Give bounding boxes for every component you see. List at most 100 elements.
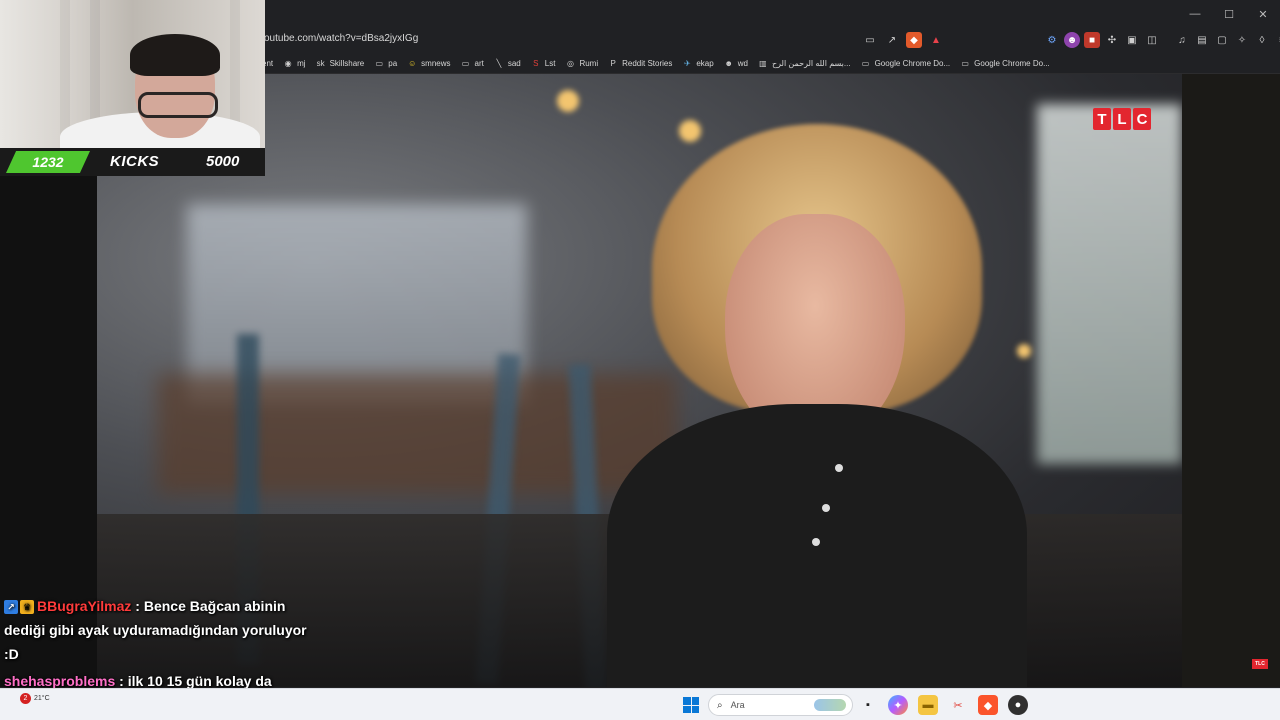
channel-logo-letter: C <box>1133 108 1151 130</box>
chat-message: ↗ ♛ BBugraYilmaz : Bence Bağcan abinin d… <box>4 594 314 666</box>
folder-icon: ▭ <box>961 58 969 68</box>
cast-icon[interactable]: ▭ <box>862 32 878 48</box>
bookmark-item[interactable]: ╲ sad <box>494 56 521 70</box>
wallet-icon[interactable]: ▢ <box>1214 32 1230 48</box>
bookmark-item[interactable]: ☺ smnews <box>407 56 450 70</box>
bookmark-item[interactable]: sk Skillshare <box>316 56 365 70</box>
extension-box-icon[interactable]: ▣ <box>1124 32 1140 48</box>
right-dark-panel: TLC <box>1182 74 1280 687</box>
channel-logo: T L C <box>1093 108 1151 130</box>
maximize-button[interactable]: ☐ <box>1212 0 1246 28</box>
search-icon: ⌕ <box>717 699 723 711</box>
bookmark-item[interactable]: S Lst <box>531 56 556 70</box>
vpn-icon[interactable]: ◊ <box>1254 32 1270 48</box>
kicks-count: 1232 <box>6 151 90 173</box>
bookmark-label: wd <box>737 58 748 68</box>
chat-badges: ↗ ♛ <box>4 600 34 615</box>
bookmark-label: Rumi <box>579 58 599 68</box>
bookmark-item[interactable]: ▭ art <box>461 56 484 70</box>
taskbar-search[interactable]: ⌕ Ara <box>708 694 853 716</box>
chat-message-text: dediği gibi ayak uyduramadığından yorulu… <box>4 622 307 662</box>
search-highlight-image <box>814 699 846 711</box>
bookmark-label: sad <box>507 58 521 68</box>
bookmark-item[interactable]: ☻ wd <box>724 56 748 70</box>
obs-icon[interactable]: ● <box>1008 695 1028 715</box>
chat-message-text: Bence Bağcan abinin <box>143 598 286 614</box>
bookmark-label: art <box>474 58 484 68</box>
music-icon[interactable]: ♫ <box>1174 32 1190 48</box>
bokeh-light <box>1017 344 1031 358</box>
task-view-icon[interactable]: ▪ <box>858 695 878 715</box>
page-icon: ▥ <box>759 58 767 68</box>
close-button[interactable]: ✕ <box>1246 0 1280 28</box>
bookmark-item[interactable]: ▭ Google Chrome Do... <box>960 56 1050 70</box>
screenshot-icon[interactable]: ◫ <box>1144 32 1160 48</box>
ceiling-light <box>679 120 701 142</box>
brave-shield-icon[interactable]: ◆ <box>906 32 922 48</box>
streamer-glasses <box>138 92 218 118</box>
desktop: — ☐ ✕ outube.com/watch?v=dBsa2jyxIGg ▭ ↗… <box>0 0 1280 720</box>
bookmark-item[interactable]: ✈ ekap <box>682 56 714 70</box>
extension-red-icon[interactable]: ■ <box>1084 32 1100 48</box>
weather-temperature: 21°C <box>34 695 50 702</box>
bookmark-label: ekap <box>696 58 714 68</box>
taskbar-apps: ▪ ✦ ▬ ✂ ◆ ● <box>858 695 1028 715</box>
bookmark-label: Google Chrome Do... <box>874 58 951 68</box>
bookmarks-list: ent ◉ mj sk Skillshare ▭ pa ☺ smnews ▭ art ╲ sad S Lst… <box>262 56 1050 70</box>
s-logo-icon: S <box>533 58 539 68</box>
chat-message-text: ilk 10 15 gün kolay da <box>127 673 272 689</box>
share-icon[interactable]: ↗ <box>884 32 900 48</box>
ai-icon[interactable]: ✧ <box>1234 32 1250 48</box>
kicks-goal-bar: 1232 KICKS 5000 <box>0 148 265 176</box>
minimize-button[interactable]: — <box>1178 0 1212 28</box>
extension-purple-icon[interactable]: ☻ <box>1064 32 1080 48</box>
background-window-right <box>1037 104 1182 464</box>
weather-widget[interactable]: 2 21°C <box>20 693 50 704</box>
bookmark-label: pa <box>388 58 398 68</box>
brave-rewards-icon[interactable]: ▲ <box>928 32 944 48</box>
extension-robot-icon[interactable]: ⚙ <box>1044 32 1060 48</box>
copilot-icon[interactable]: ✦ <box>888 695 908 715</box>
brave-browser-icon[interactable]: ◆ <box>978 695 998 715</box>
webcam-overlay <box>0 0 265 148</box>
kicks-goal: 5000 <box>206 153 240 170</box>
background-table <box>157 374 677 494</box>
bookmark-label: Google Chrome Do... <box>974 58 1050 68</box>
address-bar-icons: ▭ ↗ ◆ ▲ <box>862 32 944 48</box>
notification-badge: 2 <box>20 693 31 704</box>
face-icon: ☻ <box>724 58 733 68</box>
crown-badge-icon: ♛ <box>20 600 34 615</box>
channel-logo-letter: T <box>1093 108 1111 130</box>
corner-logo: TLC <box>1252 659 1268 669</box>
bookmark-item[interactable]: ▥ بسم الله الرحمن الرح... <box>758 56 850 70</box>
chat-separator: : <box>115 673 128 689</box>
kicks-label: KICKS <box>110 153 160 170</box>
snipping-tool-icon[interactable]: ✂ <box>948 695 968 715</box>
bookmark-item[interactable]: P Reddit Stories <box>608 56 672 70</box>
chat-separator: : <box>131 598 144 614</box>
bookmark-label: Lst <box>544 58 556 68</box>
menu-icon[interactable]: ≡ <box>1274 32 1280 48</box>
folder-icon: ▭ <box>461 58 470 68</box>
url-text[interactable]: outube.com/watch?v=dBsa2jyxIGg <box>264 33 418 44</box>
bookmark-item[interactable]: ▭ pa <box>374 56 397 70</box>
smiley-icon: ☺ <box>408 58 417 68</box>
shirt-button <box>835 464 843 472</box>
bookmark-item[interactable]: ◎ Rumi <box>565 56 598 70</box>
folder-icon[interactable]: ▬ <box>918 695 938 715</box>
shirt-button <box>822 504 830 512</box>
bookmark-label: Reddit Stories <box>622 58 673 68</box>
ceiling-light <box>557 90 579 112</box>
windows-start-icon[interactable] <box>683 697 699 713</box>
bookmark-label: Skillshare <box>329 58 365 68</box>
github-icon: ◉ <box>284 58 292 68</box>
sidebar-icon[interactable]: ▤ <box>1194 32 1210 48</box>
p-logo-icon: P <box>610 58 616 68</box>
extensions-puzzle-icon[interactable]: ✣ <box>1104 32 1120 48</box>
extension-icons: ⚙ ☻ ■ ✣ ▣ ◫ ♫ ▤ ▢ ✧ ◊ ≡ <box>1044 32 1280 48</box>
channel-logo-letter: L <box>1113 108 1131 130</box>
bookmark-item[interactable]: ▭ Google Chrome Do... <box>861 56 951 70</box>
shirt-button <box>812 538 820 546</box>
chat-username: BBugraYilmaz <box>37 598 132 614</box>
bookmark-item[interactable]: ◉ mj <box>283 56 306 70</box>
